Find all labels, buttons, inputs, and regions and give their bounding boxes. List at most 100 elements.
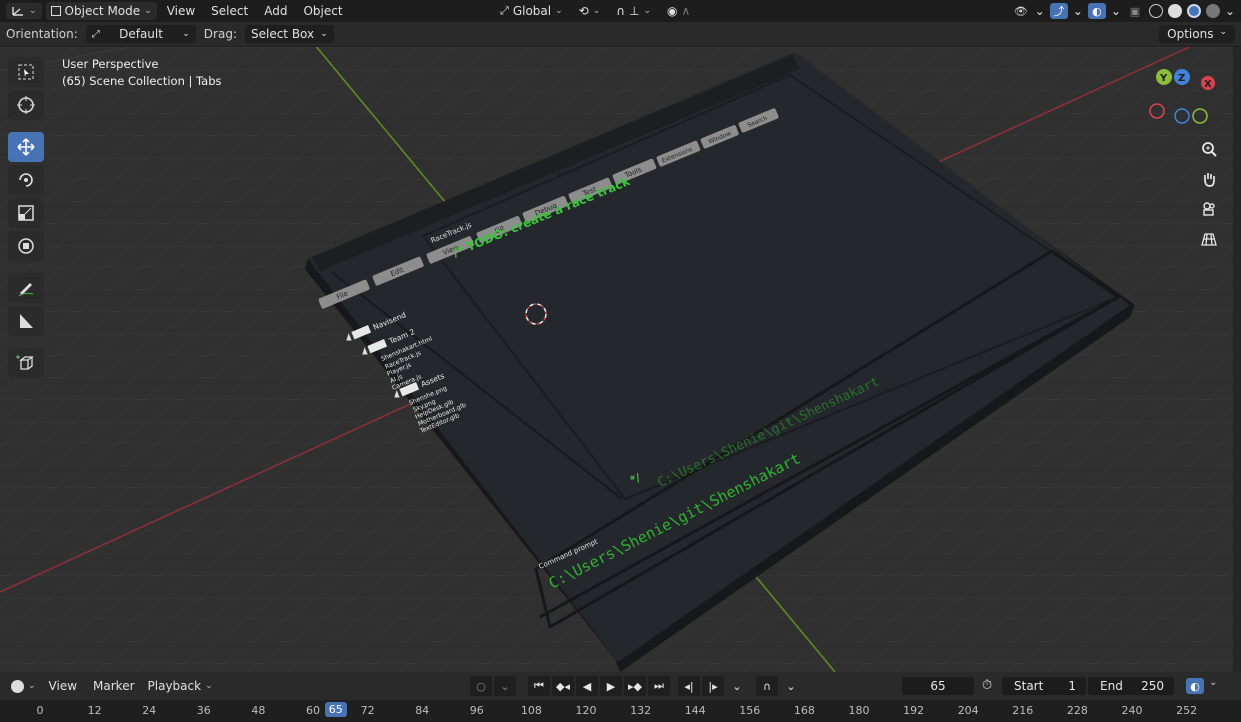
timeline-tick: 180 [848,704,870,717]
end-frame-field[interactable]: End 250 [1088,677,1174,695]
chevron-down-icon[interactable]: ⌄ [780,676,802,696]
chevron-down-icon[interactable]: ⌄ [1073,4,1083,18]
timeline-menu-view[interactable]: View [41,679,85,693]
snap-toggle[interactable]: ∩ ⊥ ⌄ [611,2,656,20]
play-reverse-icon[interactable]: ◀ [576,676,598,696]
chevron-down-icon[interactable]: ⌄ [1111,4,1121,18]
rendered-shading-icon[interactable] [1205,4,1220,18]
options-dropdown[interactable]: Options ⌄ [1159,25,1235,43]
overlays-icon[interactable]: ◐ [1087,3,1106,19]
camera-icon[interactable] [1197,197,1221,221]
keyframe-prev-icon[interactable]: ◂| [678,676,700,696]
gizmo-neg-z[interactable] [1174,108,1190,124]
material-shading-icon[interactable] [1186,4,1201,18]
timeline-menu-marker[interactable]: Marker [85,679,142,693]
playback-label: Playback [147,679,202,693]
playback-controls: ○ ⌄ ⏮ ◆◂ ◀ ▶ ▸◆ ⏭ ◂| |▸ ⌄ ∩ ⌄ [470,676,802,696]
clock-icon [11,679,24,693]
orientation-label: Orientation: [6,27,78,41]
next-keyframe-icon[interactable]: ▸◆ [624,676,646,696]
axes-icon [12,7,23,16]
cursor-tool[interactable] [8,90,44,120]
chevron-down-icon[interactable]: ⌄ [1035,4,1045,18]
move-icon [17,138,35,156]
wireframe-shading-icon[interactable] [1148,4,1163,18]
falloff-icon: ∧ [681,4,691,18]
visibility-icon[interactable]: 👁 [1012,3,1030,19]
auto-keying-icon[interactable]: ∩ [756,676,778,696]
measure-tool[interactable] [8,306,44,336]
timeline-tick: 36 [196,704,211,717]
prev-keyframe-icon[interactable]: ◆◂ [552,676,574,696]
timeline-tick: 132 [630,704,652,717]
record-button[interactable]: ○ [470,676,492,696]
magnet-icon: ∩ [616,4,626,18]
timeline-tick: 240 [1121,704,1143,717]
mode-dropdown[interactable]: Object Mode ⌄ [45,2,157,20]
jump-end-icon[interactable]: ⏭ [648,676,670,696]
gizmo-neg-x[interactable] [1149,103,1165,119]
end-value: 250 [1141,679,1164,693]
keyframe-next-icon[interactable]: |▸ [702,676,724,696]
menu-select[interactable]: Select [205,2,254,20]
gizmo-neg-y[interactable] [1192,108,1208,124]
navigation-gizmo[interactable]: Y Z X [1145,65,1225,135]
chevron-down-icon: ⌄ [182,29,190,39]
start-frame-field[interactable]: Start 1 [1002,677,1086,695]
chevron-down-icon[interactable]: ⌄ [1209,677,1217,688]
timeline-tick: 12 [87,704,102,717]
select-box-tool[interactable] [8,57,44,87]
editor-type-button[interactable]: ⌄ [6,3,42,19]
timeline-tick: 60 [306,704,320,717]
drag-dropdown[interactable]: Select Box ⌄ [244,25,334,43]
move-tool[interactable] [8,132,44,162]
drag-value: Select Box [250,27,315,41]
current-frame-field[interactable]: 65 [902,677,974,695]
3d-viewport[interactable]: File Edit View Git Debug Test Tools Exte… [0,47,1233,672]
current-frame-indicator[interactable]: 65 [324,702,347,717]
viewport-nav-buttons [1197,137,1221,251]
perspective-grid-icon[interactable] [1197,227,1221,251]
timeline-tick: 156 [739,704,761,717]
timeline-overlay-icon[interactable]: ◐ [1186,678,1204,694]
timeline-tick: 120 [575,704,597,717]
gizmo-toggle-icon[interactable]: ⤴ [1049,3,1068,19]
gizmo-x-label: X [1204,79,1212,90]
timeline-tick: 108 [520,704,542,717]
timeline-tick: 192 [903,704,925,717]
tool-shelf [8,57,44,378]
chevron-down-icon: ⌄ [592,6,601,16]
proportional-edit-toggle[interactable]: ◉ ∧ [662,2,695,20]
solid-shading-icon[interactable] [1167,4,1182,18]
orientation-dropdown[interactable]: ⤢ Default ⌄ [85,25,196,43]
pivot-point-dropdown[interactable]: ⟲ ⌄ [574,2,606,20]
add-cube-tool[interactable] [8,348,44,378]
timeline-editor-type[interactable]: ⌄ [6,678,41,695]
timeline-ruler[interactable]: 0 12 24 36 48 60 72 84 96 108 120 132 144 156 168 180 19… [0,700,1241,722]
timeline-tick: 228 [1066,704,1088,717]
menu-view[interactable]: View [161,2,201,20]
zoom-icon[interactable] [1197,137,1221,161]
pan-hand-icon[interactable] [1197,167,1221,191]
menu-object[interactable]: Object [297,2,348,20]
xray-icon[interactable]: ▣ [1126,3,1144,19]
jump-start-icon[interactable]: ⏮ [528,676,550,696]
mode-label: Object Mode [64,4,141,18]
timeline-menu-playback[interactable]: Playback ⌄ [143,677,218,695]
orientation-label: Global [512,4,552,18]
record-options[interactable]: ⌄ [494,676,516,696]
menu-add[interactable]: Add [258,2,293,20]
header-right-tools: 👁 ⌄ ⤴ ⌄ ◐ ⌄ ▣ ⌄ [1012,0,1235,22]
rotate-tool[interactable] [8,165,44,195]
cube-icon [50,6,61,16]
keying-dropdown[interactable]: ⌄ [726,676,748,696]
start-value: 1 [1068,679,1076,693]
chevron-down-icon[interactable]: ⌄ [1225,4,1235,18]
play-icon[interactable]: ▶ [600,676,622,696]
annotate-tool[interactable] [8,273,44,303]
stopwatch-icon[interactable]: ⏱ [982,678,992,693]
scale-tool[interactable] [8,198,44,228]
right-edge-strip [1233,47,1241,672]
transform-tool[interactable] [8,231,44,261]
transform-orientation-dropdown[interactable]: ⤢ Global ⌄ [495,2,568,20]
